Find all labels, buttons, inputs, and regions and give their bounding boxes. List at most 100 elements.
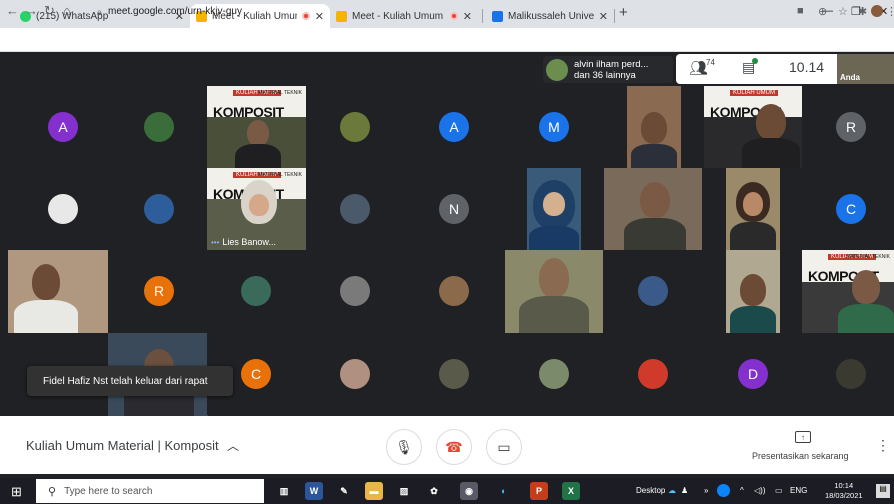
help-icon[interactable]	[717, 484, 730, 497]
participant-tile[interactable]	[110, 86, 208, 168]
participant-tile[interactable]	[306, 168, 404, 250]
avatar	[439, 359, 469, 389]
video-tile-komposit[interactable]: KULIAH UMUM KOMPOSIT	[704, 86, 802, 168]
desktop-label[interactable]: Desktop	[636, 486, 665, 495]
participant-tile[interactable]	[405, 333, 503, 415]
avatar	[340, 276, 370, 306]
chrome-icon[interactable]: ◉	[460, 482, 478, 500]
participant-tile[interactable]: M	[505, 86, 603, 168]
avatar	[539, 359, 569, 389]
lock-icon[interactable]: 🔒︎	[97, 7, 102, 18]
left-meeting-notification: Fidel Hafiz Nst telah keluar dari rapat	[27, 366, 233, 396]
bookmark-star-icon[interactable]: ☆	[838, 5, 848, 18]
participant-tile[interactable]	[802, 333, 894, 415]
present-screen-icon[interactable]: ↑	[795, 431, 811, 443]
photos-icon[interactable]: ▨	[395, 482, 413, 500]
person	[852, 270, 880, 304]
close-icon[interactable]: ✕	[463, 10, 472, 23]
paint-icon[interactable]: ✿	[425, 482, 443, 500]
more-options-icon[interactable]: ⋮	[876, 437, 890, 454]
tab-calendar[interactable]: Malikussaleh University - Calend ✕	[486, 4, 614, 28]
camera-button[interactable]: ▭	[486, 429, 522, 465]
reload-icon[interactable]: ↻	[44, 3, 55, 19]
self-label: Anda	[840, 73, 860, 82]
present-now-button[interactable]: Presentasikan sekarang	[752, 451, 849, 461]
participant-tile[interactable]: C	[802, 168, 894, 250]
notifications-icon[interactable]: ▤	[876, 484, 890, 498]
language-indicator[interactable]: ENG	[790, 486, 807, 495]
task-view-icon[interactable]: ▥	[275, 482, 293, 500]
video-tile-komposit[interactable]: KULIAH UMUM MATERIAL TEKNIK KOMPOSIT	[802, 250, 894, 333]
back-icon[interactable]: ←	[6, 3, 19, 18]
network-icon[interactable]: ▭	[775, 486, 783, 495]
powerpoint-icon[interactable]: P	[530, 482, 548, 500]
close-icon[interactable]: ✕	[599, 10, 608, 23]
participant-tile[interactable]: A	[405, 86, 503, 168]
avatar: D	[738, 359, 768, 389]
recording-icon	[449, 12, 458, 20]
zoom-icon[interactable]: ⊕	[818, 5, 827, 18]
new-tab-button[interactable]: +	[619, 4, 628, 21]
edge-icon[interactable]: ◐	[495, 482, 513, 500]
leave-call-button[interactable]: ☎︎	[436, 429, 472, 465]
participant-tile[interactable]	[505, 333, 603, 415]
video-tile[interactable]	[604, 168, 702, 250]
profile-avatar[interactable]	[871, 5, 883, 17]
close-icon[interactable]: ✕	[315, 10, 324, 23]
avatar: C	[241, 359, 271, 389]
participant-tile[interactable]: R	[802, 86, 894, 168]
chevron-up-icon[interactable]: ︿	[227, 437, 239, 454]
pen-icon[interactable]: ✎	[335, 482, 353, 500]
url-field[interactable]: meet.google.com/urn-kkjv-guy	[108, 6, 242, 17]
video-tile[interactable]	[8, 250, 108, 333]
participant-tile[interactable]: R	[110, 250, 208, 332]
person-body	[631, 144, 677, 168]
person-body	[730, 222, 776, 250]
participant-tile[interactable]	[405, 250, 503, 332]
participant-tile[interactable]	[306, 250, 404, 332]
participant-tile[interactable]: A	[14, 86, 112, 168]
self-view-tile[interactable]: Anda	[837, 54, 894, 84]
tab-meet[interactable]: Meet - Kuliah Umum Materi ✕	[330, 4, 478, 28]
excel-icon[interactable]: X	[562, 482, 580, 500]
participant-tile[interactable]	[14, 168, 112, 250]
participant-tile[interactable]	[604, 250, 702, 332]
word-icon[interactable]: W	[305, 482, 323, 500]
active-speaker-info[interactable]: alvin ilham perd... dan 36 lainnya	[543, 56, 673, 83]
video-tile[interactable]	[527, 168, 581, 250]
volume-icon[interactable]: ◁))	[754, 486, 765, 495]
taskbar-search-input[interactable]: ⚲ Type here to search	[36, 479, 264, 503]
video-tile[interactable]	[726, 250, 780, 333]
microphone-button[interactable]: 🎙︎	[386, 429, 422, 465]
video-tile[interactable]	[726, 168, 780, 250]
chevron-right-icon[interactable]: »	[704, 486, 708, 495]
participant-tile[interactable]	[207, 250, 305, 332]
windows-start-icon[interactable]: ⊞	[11, 484, 22, 500]
file-explorer-icon[interactable]: ▬	[365, 482, 383, 500]
forward-icon[interactable]: →	[25, 3, 38, 18]
chevron-up-tray-icon[interactable]: ^	[740, 486, 744, 495]
meeting-title[interactable]: Kuliah Umum Material | Komposit	[26, 438, 219, 453]
onedrive-icon[interactable]: ☁	[668, 486, 676, 495]
browser-menu-icon[interactable]: ⋮	[886, 5, 894, 18]
video-tile[interactable]	[505, 250, 603, 333]
person	[32, 264, 60, 300]
camera-in-use-icon[interactable]: ■	[797, 5, 804, 17]
person-body	[235, 144, 281, 168]
participant-tile[interactable]	[306, 333, 404, 415]
participant-tile[interactable]: N	[405, 168, 503, 250]
video-tile[interactable]	[627, 86, 681, 168]
participant-tile[interactable]	[110, 168, 208, 250]
video-tile-komposit[interactable]: KULIAH UMUM MATERIAL TEKNIK KOMPOSIT	[207, 86, 306, 168]
extensions-icon[interactable]: ✱	[858, 5, 867, 18]
participant-tile[interactable]	[306, 86, 404, 168]
avatar	[638, 359, 668, 389]
participant-tile[interactable]: D	[704, 333, 802, 415]
video-tile-lies[interactable]: KULIAH UMUMMATERIAL TEKNIKKOMPOSIT •••Li…	[207, 168, 306, 250]
participant-tile[interactable]	[604, 333, 702, 415]
home-icon[interactable]: ⌂	[63, 3, 71, 18]
taskbar-clock[interactable]: 10:14 18/03/2021	[825, 481, 863, 501]
chat-notification-dot	[752, 58, 758, 64]
people-tray-icon[interactable]: ♟	[681, 486, 688, 495]
person-body	[742, 138, 800, 168]
